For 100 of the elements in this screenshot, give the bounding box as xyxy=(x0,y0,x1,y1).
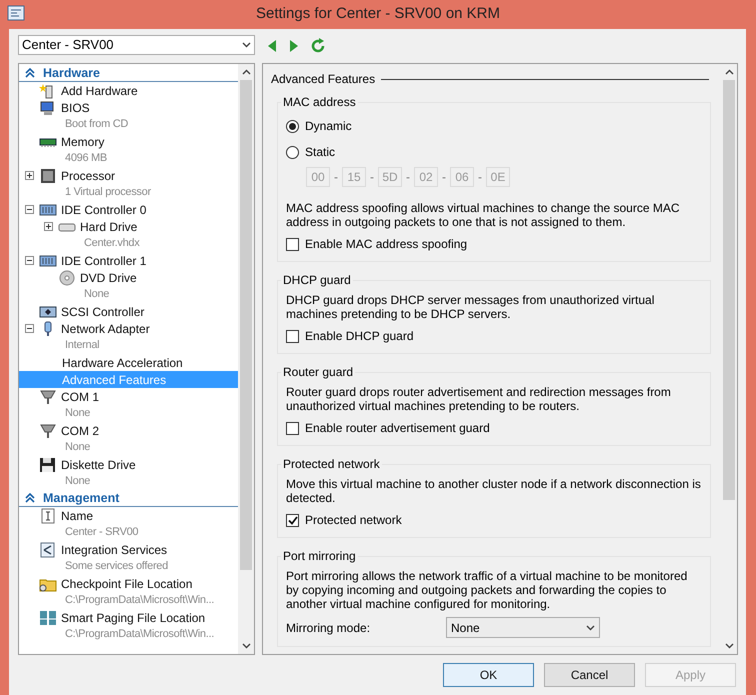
forward-arrow-icon[interactable] xyxy=(288,39,300,53)
checkbox-option[interactable]: Enable DHCP guard xyxy=(286,327,414,345)
mac-octet-field: 5D xyxy=(378,167,402,187)
tree-item[interactable]: Smart Paging File Location xyxy=(19,609,238,626)
back-arrow-icon[interactable] xyxy=(266,39,278,53)
dialog-button[interactable]: OK xyxy=(443,663,534,687)
scroll-up-icon xyxy=(242,69,250,75)
radio-button[interactable] xyxy=(286,120,299,132)
services-icon xyxy=(39,542,57,558)
tree-item[interactable]: DVD Drive xyxy=(19,269,238,286)
processor-icon xyxy=(39,168,57,184)
tree-item[interactable]: Hardware Acceleration xyxy=(19,354,238,371)
tree-item[interactable]: SCSI Controller xyxy=(19,303,238,320)
expand-toggle-icon[interactable] xyxy=(44,222,53,231)
field-label: Mirroring mode: xyxy=(286,620,372,636)
checkbox[interactable] xyxy=(286,330,299,342)
tree-item[interactable]: COM 1 xyxy=(19,388,238,405)
tree-item-detail: None xyxy=(65,440,90,456)
mirroring-mode-dropdown[interactable]: None xyxy=(446,617,600,638)
tree-item-detail: Center.vhdx xyxy=(84,236,140,252)
controller-card-icon xyxy=(39,252,57,268)
mac-octet-field: 15 xyxy=(342,167,366,187)
panel-title: Advanced Features xyxy=(271,71,376,88)
mac-octet-field: 0E xyxy=(486,167,510,187)
tree-item[interactable]: Add Hardware xyxy=(19,82,238,99)
tree-item-detail: Internal xyxy=(65,338,100,354)
group-title: Router guard xyxy=(281,364,356,381)
mac-octet-field: 02 xyxy=(414,167,438,187)
tree-item-detail: 4096 MB xyxy=(65,151,107,166)
tree-item[interactable]: Checkpoint File Location xyxy=(19,575,238,592)
group-description: DHCP guard drops DHCP server messages from unauthorized virtual machines pretending to be DHCP servers. xyxy=(286,293,656,321)
tree-item[interactable]: Diskette Drive xyxy=(19,456,238,473)
group-description: Router guard drops router advertisement and redirection messages from unauthorized virtual machines pretending to be routers. xyxy=(286,385,672,413)
tree-item-detail: Center - SRV00 xyxy=(65,525,138,540)
checkbox-option[interactable]: Protected network xyxy=(286,511,402,529)
tree-item[interactable]: Name xyxy=(19,507,238,524)
tree-item-detail: None xyxy=(84,287,110,302)
mac-octet-field: 06 xyxy=(450,167,474,187)
section-header[interactable]: Hardware xyxy=(19,65,238,82)
scroll-down-icon xyxy=(724,643,734,649)
separator-dash: - xyxy=(406,169,410,186)
tree-item[interactable]: Memory xyxy=(19,133,238,150)
separator-dash: - xyxy=(370,169,374,186)
tree-item[interactable]: Processor xyxy=(19,167,238,184)
dropdown-caret-icon xyxy=(586,624,595,630)
collapse-toggle-icon[interactable] xyxy=(25,324,34,333)
collapse-toggle-icon[interactable] xyxy=(25,256,34,265)
tree-item-detail: None xyxy=(65,406,90,422)
tree-item[interactable]: COM 2 xyxy=(19,422,238,439)
refresh-icon[interactable] xyxy=(310,38,326,54)
window-title: Settings for Center - SRV00 on KRM xyxy=(256,4,500,24)
mac-octet-field: 00 xyxy=(306,167,330,187)
tree-item-detail: C:\ProgramData\Microsoft\Win... xyxy=(65,593,214,608)
group-description: MAC address spoofing allows virtual machines to change the source MAC address in outgoing packets to one that is not assigned to them. xyxy=(286,201,681,229)
section-title: Hardware xyxy=(43,64,100,82)
tree-item-detail: None xyxy=(65,474,90,490)
tree-item[interactable]: Hard Drive xyxy=(19,218,238,235)
tree-item-detail: Some services offered xyxy=(65,559,168,574)
checkbox-option[interactable]: Enable MAC address spoofing xyxy=(286,235,468,253)
checkbox[interactable] xyxy=(286,422,299,434)
tree-item[interactable]: Network Adapter xyxy=(19,320,238,337)
separator-dash: - xyxy=(478,169,482,186)
collapse-toggle-icon[interactable] xyxy=(25,205,34,214)
serial-port-icon xyxy=(39,422,57,438)
app-icon xyxy=(7,4,25,22)
checkbox[interactable] xyxy=(286,514,299,526)
tree-item-detail: C:\ProgramData\Microsoft\Win... xyxy=(65,627,214,642)
group-title: DHCP guard xyxy=(281,272,353,289)
tree-item-detail: Boot from CD xyxy=(65,117,128,132)
controller-card-icon xyxy=(39,202,57,218)
separator-dash: - xyxy=(442,169,446,186)
paging-file-icon xyxy=(39,610,57,626)
tree-item[interactable]: BIOS xyxy=(19,99,238,116)
section-header[interactable]: Management xyxy=(19,490,238,507)
scroll-up-icon xyxy=(724,69,734,75)
expand-toggle-icon[interactable] xyxy=(25,171,34,180)
checkbox[interactable] xyxy=(286,238,299,250)
dialog-button[interactable]: Cancel xyxy=(544,663,635,687)
group-description: Move this virtual machine to another cluster node if a network disconnection is detected. xyxy=(286,477,702,505)
radio-option[interactable]: Static xyxy=(286,143,336,161)
disc-icon xyxy=(58,270,76,286)
group-description: Port mirroring allows the network traffic of a virtual machine to be monitored by copying incoming and outgoing packets and forwarding the copies to another virtual machine configured for monitoring. xyxy=(286,569,688,611)
radio-button[interactable] xyxy=(286,146,299,158)
collapse-chevrons-icon[interactable] xyxy=(25,68,35,78)
serial-port-icon xyxy=(39,388,57,404)
scroll-down-icon xyxy=(242,643,250,649)
tree-item[interactable]: IDE Controller 1 xyxy=(19,252,238,269)
radio-option[interactable]: Dynamic xyxy=(286,117,352,135)
tree-item[interactable]: Integration Services xyxy=(19,541,238,558)
scrollbar[interactable] xyxy=(238,64,254,654)
dropdown-caret-icon xyxy=(242,42,251,48)
tree-item[interactable]: IDE Controller 0 xyxy=(19,201,238,218)
controller-icon xyxy=(39,304,57,320)
vm-selector-dropdown[interactable]: Center - SRV00 xyxy=(18,35,255,55)
checkbox-option[interactable]: Enable router advertisement guard xyxy=(286,419,490,437)
text-cursor-icon xyxy=(39,508,57,524)
collapse-chevrons-icon[interactable] xyxy=(25,493,35,503)
section-title: Management xyxy=(43,490,120,507)
tree-item-detail: 1 Virtual processor xyxy=(65,185,151,200)
group-title: Port mirroring xyxy=(281,548,358,565)
